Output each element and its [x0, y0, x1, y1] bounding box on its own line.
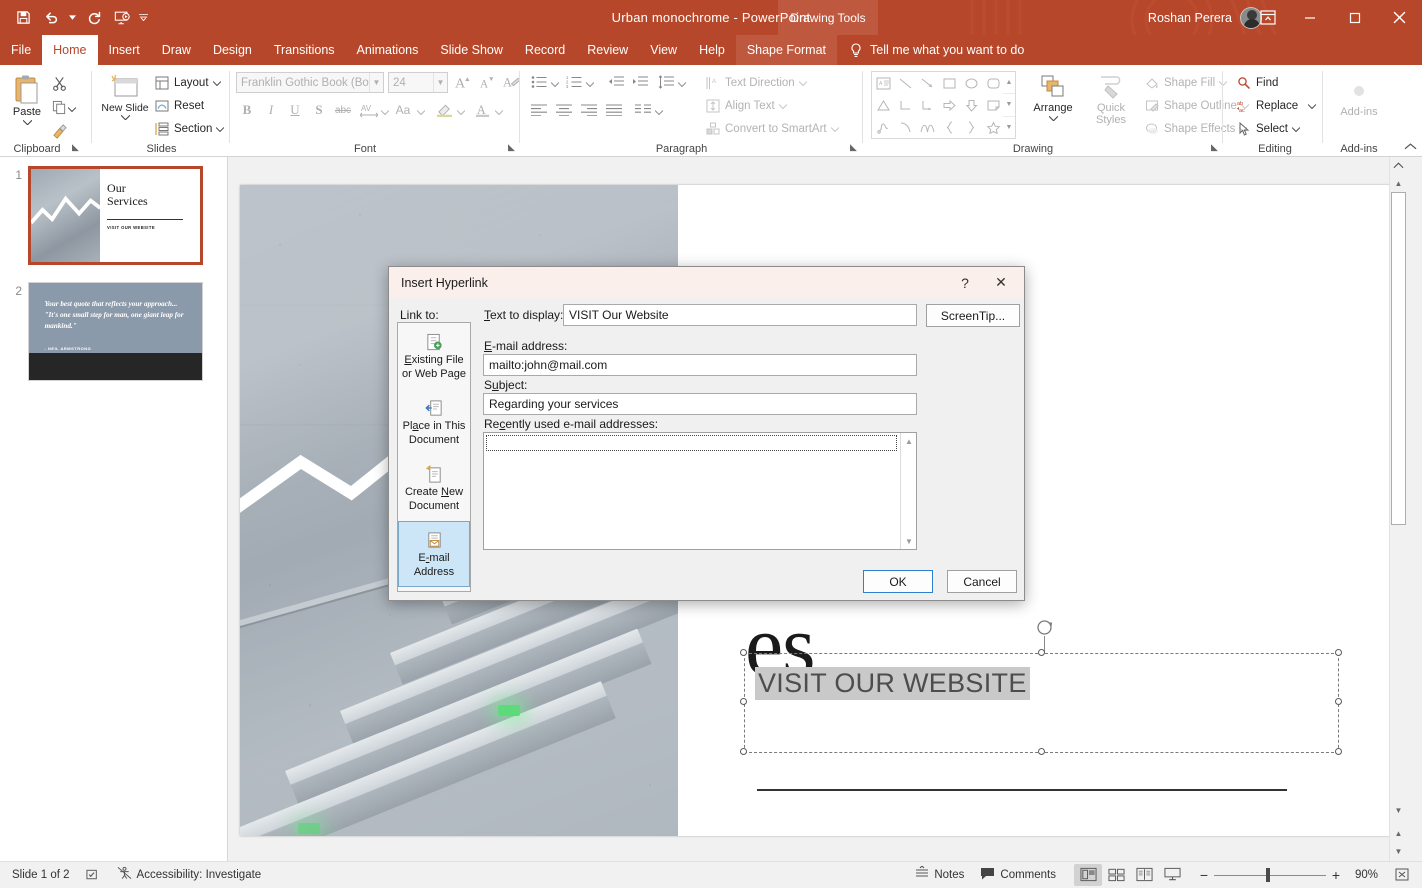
- dialog-close-icon[interactable]: ✕: [982, 267, 1020, 298]
- create-new-document-icon: [425, 465, 444, 484]
- subject-label: Subject:: [484, 378, 527, 392]
- text-to-display-input[interactable]: [563, 304, 917, 326]
- powerpoint-window: Urban monochrome - PowerPoint Drawing To…: [0, 0, 1422, 887]
- listbox-scroll-down-icon[interactable]: ▼: [901, 533, 917, 549]
- ok-button[interactable]: OK: [863, 570, 933, 593]
- link-to-place-label2: Document: [409, 434, 459, 446]
- link-to-list: Existing File or Web Page Place in This …: [397, 322, 471, 592]
- dialog-overlay: Insert Hyperlink ? ✕ Link to: Existing F…: [0, 0, 1422, 887]
- link-to-create-label2: Document: [409, 500, 459, 512]
- email-address-label: E-mail address:: [484, 339, 567, 353]
- link-to-existing-file[interactable]: Existing File or Web Page: [398, 323, 470, 389]
- email-address-input[interactable]: [483, 354, 917, 376]
- screentip-button[interactable]: ScreenTip...: [926, 304, 1020, 327]
- listbox-focus-indicator: [486, 435, 897, 451]
- listbox-scroll-up-icon[interactable]: ▲: [901, 433, 917, 449]
- link-to-create-new-document[interactable]: Create New Document: [398, 455, 470, 521]
- email-address-icon: [425, 531, 444, 550]
- link-to-existing-file-label2: or Web Page: [402, 368, 466, 380]
- existing-file-icon: [425, 333, 444, 352]
- recently-used-label: Recently used e-mail addresses:: [484, 417, 658, 431]
- listbox-scrollbar[interactable]: ▲ ▼: [900, 433, 916, 549]
- link-to-label: Link to:: [400, 308, 439, 322]
- dialog-help-icon[interactable]: ?: [950, 267, 980, 298]
- cancel-button[interactable]: Cancel: [947, 570, 1017, 593]
- subject-input[interactable]: [483, 393, 917, 415]
- place-in-document-icon: [425, 399, 444, 418]
- dialog-title: Insert Hyperlink: [389, 267, 1024, 298]
- link-to-place-in-document[interactable]: Place in This Document: [398, 389, 470, 455]
- link-to-email-address[interactable]: E-mail Address: [398, 521, 470, 587]
- link-to-email-label2: Address: [414, 566, 454, 578]
- recently-used-listbox[interactable]: ▲ ▼: [483, 432, 917, 550]
- text-to-display-label: Text to display:: [484, 308, 563, 322]
